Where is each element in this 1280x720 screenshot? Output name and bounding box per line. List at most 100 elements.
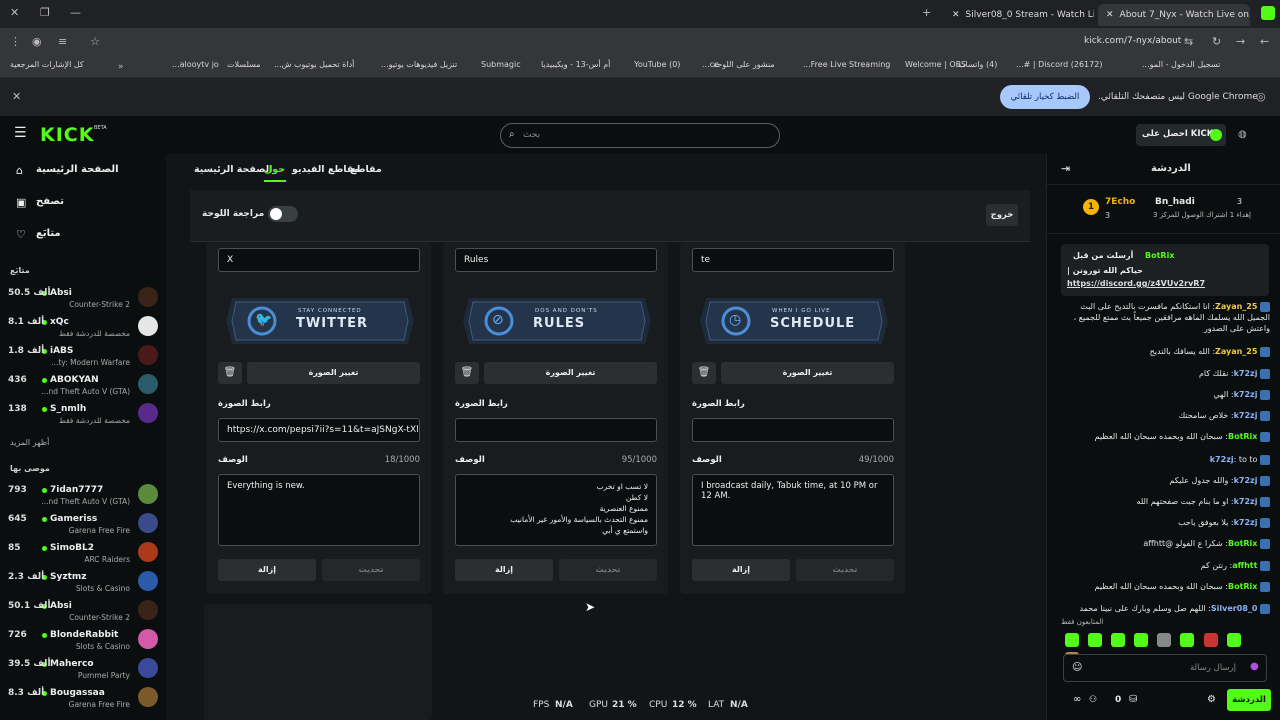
menu-dots-icon[interactable]: ⋮ [10,36,21,48]
sidebar-item-following[interactable]: متابَع [36,228,61,239]
emote-icon[interactable] [1111,633,1126,647]
chat-username[interactable]: BotRix [1228,539,1257,548]
image-link-input[interactable]: https://x.com/pepsi7ii?s=11&t=aJSNgX-tXl [218,418,420,442]
bookmark-item[interactable]: alooytv jo... [172,60,219,69]
remove-button[interactable]: إزالة [692,559,790,581]
url-field[interactable]: kick.com/7-nyx/about [1084,36,1181,46]
leader-name[interactable]: Bn_hadi [1155,197,1195,207]
sidebar-channel[interactable]: 39.5 ألف Maherco Pummel Party [8,656,158,684]
chat-username[interactable]: Zayan_25 [1215,302,1257,311]
panel-review-toggle[interactable] [268,206,298,222]
hamburger-menu-icon[interactable]: ☰ [14,126,27,140]
change-image-button[interactable]: تغيير الصورة [247,362,420,384]
chat-username[interactable]: k72zj [1234,369,1258,378]
chat-username[interactable]: k72zj [1234,390,1258,399]
update-button[interactable]: تحديث [796,559,894,581]
change-image-button[interactable]: تغيير الصورة [721,362,894,384]
sidebar-channel[interactable]: 8.1 ألف xQc مخصصة للدردشة فقط [8,314,158,342]
emote-icon[interactable] [1203,633,1218,647]
delete-image-trash-icon[interactable]: 🗑 [455,362,479,384]
close-infobar-icon[interactable]: ✕ [12,91,21,103]
tab-clips[interactable]: مقاطع [350,164,382,175]
chat-username[interactable]: k72zj [1234,476,1258,485]
sidebar-channel[interactable]: 2.3 ألف Syztmz Slots & Casino [8,569,158,597]
sidebar-channel[interactable]: 1.8 ألف iABS ...ty: Modern Warfare [8,343,158,371]
remove-button[interactable]: إزالة [455,559,553,581]
sidebar-channel[interactable]: 436 ABOKYAN ...nd Theft Auto V (GTA) [8,372,158,400]
sidebar-channel[interactable]: 50.1 ألف Absi Counter-Strike 2 [8,598,158,626]
chat-username[interactable]: BotRix [1228,432,1257,441]
sidebar-channel[interactable]: 85 SimoBL2 ARC Raiders [8,540,158,568]
profile-avatar-icon[interactable]: ◍ [1238,129,1247,141]
panel-title-input[interactable]: te [692,248,894,272]
sidebar-channel[interactable]: 726 BlondeRabbit Slots & Casino [8,627,158,655]
panel-title-input[interactable]: Rules [455,248,657,272]
close-window-icon[interactable]: ✕ [10,7,19,19]
tab-close-icon[interactable]: ✕ [1106,10,1114,20]
bookmark-item[interactable]: أم أس-13 - ويكيبيديا [541,60,610,69]
reload-icon[interactable]: ↻ [1212,36,1221,48]
search-input[interactable]: بحث [523,130,540,140]
settings-gear-icon[interactable]: ⚙ [1207,694,1216,705]
panel-title-input[interactable]: X [218,248,420,272]
pinned-message[interactable]: BotRix أرسلت من قبل حياكم الله تورونن | … [1061,244,1269,296]
tab-about[interactable]: حول [264,164,285,175]
sidebar-channel[interactable]: 8.3 ألف Bougassaa Garena Free Fire [8,685,158,713]
description-textarea[interactable]: I broadcast daily, Tabuk time, at 10 PM … [692,474,894,546]
bookmark-item[interactable]: (0) YouTube [634,60,680,69]
leader-name[interactable]: 7Echo [1105,197,1135,207]
chat-username[interactable]: k72zj [1234,497,1258,506]
image-link-input[interactable] [455,418,657,442]
bookmark-item[interactable]: منشور على اللوحة [713,60,775,69]
people-icon[interactable]: ⚇ [1089,695,1097,705]
sidebar-item-home[interactable]: الصفحة الرئيسية [36,164,119,175]
bookmark-item[interactable]: Submagic [481,60,521,69]
new-tab-icon[interactable]: + [922,7,931,19]
sidebar-channel[interactable]: 793 7idan7777 ...nd Theft Auto V (GTA) [8,482,158,510]
delete-image-trash-icon[interactable]: 🗑 [218,362,242,384]
tab-close-icon[interactable]: ✕ [952,10,960,20]
remove-button[interactable]: إزالة [218,559,316,581]
bookmark-item[interactable]: تنزيل فيديوهات يوتيو... [381,60,457,69]
forward-icon[interactable]: → [1236,36,1245,48]
bookmark-star-icon[interactable]: ☆ [90,36,100,48]
chat-username[interactable]: BotRix [1228,582,1257,591]
description-textarea[interactable]: لا تسب او تخرب لا كطن ممنوع العنصرية ممنوع … [455,474,657,546]
minimize-icon[interactable]: — [70,7,81,19]
show-more-link[interactable]: أظهر المزيد [10,438,49,447]
emoji-icon[interactable]: ☺ [1072,662,1082,673]
bookmark-item[interactable]: مسلسلات [227,60,261,69]
search-box[interactable]: ⌕ بحث [500,123,780,148]
tab-silver[interactable]: ✕ Silver08_0 Stream - Watch Live on Kick [944,4,1094,26]
set-default-button[interactable]: الضبط كخيار تلقائي [1000,85,1090,109]
change-image-button[interactable]: تغيير الصورة [484,362,657,384]
chat-username[interactable]: k72zj [1234,411,1258,420]
profile-icon[interactable]: ◉ [32,36,42,48]
empty-panel-slot[interactable] [204,604,432,720]
emote-icon[interactable] [1134,633,1149,647]
bookmark-item[interactable]: ce... [702,60,719,69]
exit-button[interactable]: خروج [986,204,1018,226]
extensions-icon[interactable]: ≡ [58,36,67,48]
tab-home[interactable]: الصفحة الرئيسية [194,164,272,175]
delete-image-trash-icon[interactable]: 🗑 [692,362,716,384]
chat-username[interactable]: k72zj [1234,518,1258,527]
update-button[interactable]: تحديث [322,559,420,581]
sidebar-channel[interactable]: 645 Gameriss Garena Free Fire [8,511,158,539]
emote-icon[interactable] [1180,633,1195,647]
bookmark-item[interactable]: Free Live Streaming... [803,60,890,69]
get-kicks-button[interactable]: احصل على KICKs [1136,124,1226,146]
update-button[interactable]: تحديث [559,559,657,581]
chat-username[interactable]: k72zj [1210,455,1234,464]
bookmark-item[interactable]: (26172) Discord | #... [1016,60,1102,69]
pinned-link[interactable]: https://discord.gg/z4VUv2rvR7 [1067,279,1205,288]
description-textarea[interactable]: Everything is new. [218,474,420,546]
microphone-icon[interactable]: ● [1250,661,1259,672]
sidebar-channel[interactable]: 138 S_nmlh مخصصة للدردشة فقط [8,401,158,429]
bookmark-item[interactable]: أداة تحميل يوتيوب ش... [274,60,354,69]
bookmark-item[interactable]: Welcome | OBS [905,60,966,69]
all-bookmarks[interactable]: كل الإشارات المرجعية [10,60,84,69]
emote-icon[interactable] [1226,633,1241,647]
emote-icon[interactable] [1088,633,1103,647]
chat-username[interactable]: Silver08_0 [1211,604,1258,613]
